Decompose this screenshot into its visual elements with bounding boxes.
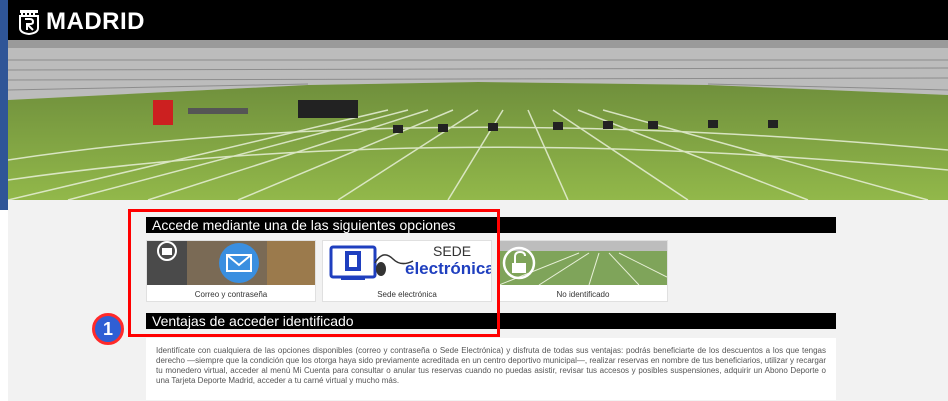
section-title-access-options: Accede mediante una de las siguientes op… [146,217,836,233]
option-label: No identificado [556,290,610,299]
option-sede-electronica[interactable]: SEDE electrónica Sede electrónica [322,240,492,302]
advantages-description: Identifícate con cualquiera de las opcio… [146,338,836,400]
top-bar: MADRID [8,0,948,40]
login-content: Accede mediante una de las siguientes op… [8,200,948,401]
option-label: Sede electrónica [377,290,437,299]
left-edge-strip [0,0,8,210]
stadium-hero-image [8,40,948,200]
option-email-password[interactable]: Correo y contraseña [146,240,316,302]
section-title-advantages: Ventajas de acceder identificado [146,313,836,329]
option-not-identified[interactable]: No identificado [498,240,668,302]
sede-logo-line2: electrónica [405,259,491,278]
option-label: Correo y contraseña [194,290,268,299]
madrid-logo[interactable]: MADRID [18,8,145,36]
page-frame: MADRID Accede mediante una de las siguie… [8,0,948,401]
sede-logo-line1: SEDE [433,243,472,259]
annotation-badge: 1 [92,313,124,345]
madrid-crest-icon [19,10,39,35]
logo-text: MADRID [46,8,145,35]
email-option-image [147,241,315,285]
sede-electronica-logo: SEDE electrónica [323,241,491,285]
not-identified-image [499,241,667,285]
